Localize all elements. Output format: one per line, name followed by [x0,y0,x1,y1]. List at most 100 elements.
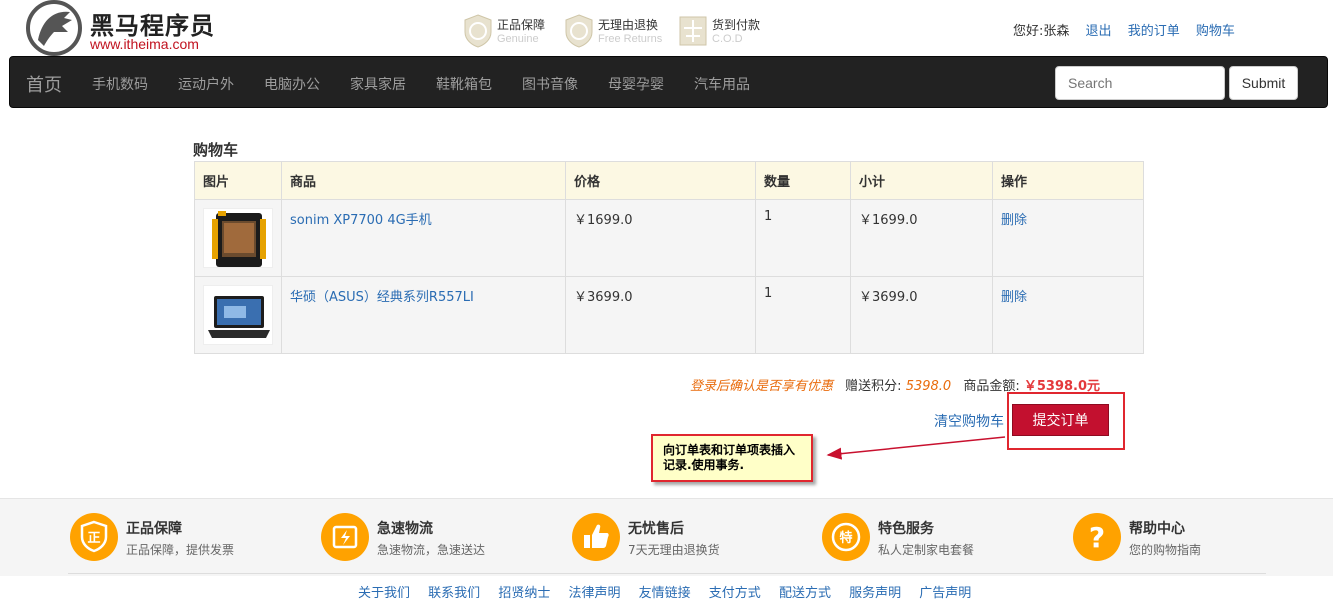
qty-cell: 1 [755,199,851,277]
product-link[interactable]: 华硕（ASUS）经典系列R557LI [290,290,474,305]
nav-item-books[interactable]: 图书音像 [522,74,578,94]
service-title: 特色服务 [878,521,934,537]
footer-links: 关于我们 联系我们 招贤纳士 法律声明 友情链接 支付方式 配送方式 服务声明 … [358,582,985,601]
service-bar: 正 正品保障 正品保障，提供发票 急速物流 急速物流，急速送达 无忧售后 7天无… [0,498,1333,576]
product-name-cell: 华硕（ASUS）经典系列R557LI [281,276,566,354]
nav-home[interactable]: 首页 [26,71,62,97]
product-image-cell [194,276,282,354]
svg-text:?: ? [1089,521,1105,554]
footer-link-legal[interactable]: 法律声明 [568,586,620,601]
product-link[interactable]: sonim XP7700 4G手机 [290,213,432,228]
product-name-cell: sonim XP7700 4G手机 [281,199,566,277]
col-header-product: 商品 [281,161,566,200]
clear-cart-link[interactable]: 清空购物车 [934,411,1004,431]
promise-sub: C.O.D [712,33,743,45]
my-orders-link[interactable]: 我的订单 [1128,24,1180,39]
product-image-phone[interactable] [203,208,273,268]
col-header-action: 操作 [992,161,1144,200]
nav-item-outdoor[interactable]: 运动户外 [178,74,234,94]
return-shield-icon [565,14,593,48]
shield-icon [464,14,492,48]
promise-title: 无理由退换 [598,18,659,32]
horse-logo-icon [26,0,82,56]
footer-link-ads[interactable]: 广告声明 [919,586,971,601]
genuine-shield-icon: 正 [70,513,118,561]
table-row: sonim XP7700 4G手机 ￥1699.0 1 ￥1699.0 删除 [194,199,1144,277]
logistics-icon [321,513,369,561]
service-desc: 私人定制家电套餐 [878,543,975,557]
nav-item-phones[interactable]: 手机数码 [92,74,148,94]
cart-title: 购物车 [193,141,239,159]
cart-link[interactable]: 购物车 [1196,24,1235,39]
nav-item-auto[interactable]: 汽车用品 [694,74,750,94]
product-image-laptop[interactable] [203,285,273,345]
price-cell: ￥3699.0 [565,276,756,354]
promise-cod: 货到付款 C.O.D [679,14,769,50]
submit-order-button[interactable]: 提交订单 [1012,404,1109,436]
promise-genuine: 正品保障 Genuine [464,14,554,50]
cart-table: 图片 商品 价格 数量 小计 操作 sonim XP7700 4G手机 ￥169… [194,161,1144,354]
site-logo[interactable]: 黑马程序员 www.itheima.com [24,0,224,56]
delete-link[interactable]: 删除 [1001,290,1027,305]
col-header-subtotal: 小计 [850,161,993,200]
nav-item-bags[interactable]: 鞋靴箱包 [436,74,492,94]
footer-link-about[interactable]: 关于我们 [358,586,410,601]
col-header-qty: 数量 [755,161,851,200]
footer-link-service[interactable]: 服务声明 [849,586,901,601]
logo-url: www.itheima.com [90,36,199,52]
svg-text:正: 正 [87,531,100,546]
nav-item-baby[interactable]: 母婴孕婴 [608,74,664,94]
phone-image-icon [212,211,266,267]
delete-link[interactable]: 删除 [1001,213,1027,228]
footer-link-payment[interactable]: 支付方式 [709,586,761,601]
footer-link-jobs[interactable]: 招贤纳士 [498,586,550,601]
logout-link[interactable]: 退出 [1086,24,1112,39]
footer-divider [68,573,1266,574]
price-cell: ￥1699.0 [565,199,756,277]
login-discount-hint: 登录后确认是否享有优惠 [690,379,834,394]
product-image-cell [194,199,282,277]
service-desc: 正品保障，提供发票 [126,543,235,557]
special-service-icon: 特 [822,513,870,561]
col-header-price: 价格 [565,161,756,200]
promise-sub: Genuine [497,33,539,45]
annotation-note: 向订单表和订单项表插入记录.使用事务. [651,434,813,482]
action-cell: 删除 [992,276,1144,354]
laptop-image-icon [208,296,270,338]
table-row: 华硕（ASUS）经典系列R557LI ￥3699.0 1 ￥3699.0 删除 [194,276,1144,354]
footer-link-friends[interactable]: 友情链接 [639,586,691,601]
user-bar: 您好:张森 退出 我的订单 购物车 [1013,20,1247,39]
nav-item-furniture[interactable]: 家具家居 [350,74,406,94]
service-desc: 急速物流，急速送达 [377,543,486,557]
nav-item-computers[interactable]: 电脑办公 [264,74,320,94]
service-title: 无忧售后 [628,521,684,537]
promise-sub: Free Returns [598,33,663,45]
service-desc: 7天无理由退换货 [628,543,720,557]
service-title: 急速物流 [377,521,433,537]
promise-title: 货到付款 [712,18,761,32]
col-header-image: 图片 [194,161,282,200]
table-header-row: 图片 商品 价格 数量 小计 操作 [194,161,1144,200]
search-input[interactable] [1055,66,1225,100]
cod-icon [679,16,707,46]
top-header: 黑马程序员 www.itheima.com 正品保障 Genuine 无理由退换… [0,0,1333,56]
help-question-icon: ? [1073,513,1121,561]
points-label: 赠送积分: [845,379,902,394]
subtotal-cell: ￥1699.0 [850,199,993,277]
qty-cell: 1 [755,276,851,354]
svg-text:特: 特 [839,530,852,546]
search-submit-button[interactable]: Submit [1229,66,1298,100]
user-greeting: 您好:张森 [1013,24,1070,39]
action-cell: 删除 [992,199,1144,277]
subtotal-cell: ￥3699.0 [850,276,993,354]
service-desc: 您的购物指南 [1129,543,1202,557]
promise-returns: 无理由退换 Free Returns [565,14,665,50]
main-nav: 首页 手机数码 运动户外 电脑办公 家具家居 鞋靴箱包 图书音像 母婴孕婴 汽车… [9,56,1328,108]
thumbs-up-icon [572,513,620,561]
service-title: 帮助中心 [1129,521,1185,537]
points-value: 5398.0 [905,379,952,394]
promise-title: 正品保障 [497,18,546,32]
service-title: 正品保障 [126,521,182,537]
footer-link-delivery[interactable]: 配送方式 [779,586,831,601]
footer-link-contact[interactable]: 联系我们 [428,586,480,601]
